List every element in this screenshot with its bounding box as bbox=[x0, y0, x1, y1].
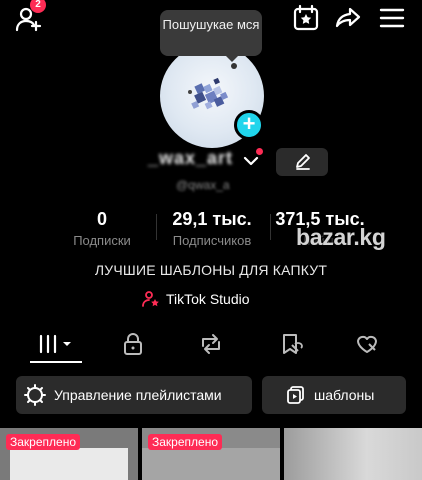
stat-following-label: Подписки bbox=[73, 233, 131, 248]
videos-grid-icon bbox=[39, 334, 71, 354]
user-handle: @qwax_a bbox=[176, 178, 230, 192]
repost-icon bbox=[202, 334, 220, 354]
video-thumbnail[interactable]: Закреплено bbox=[0, 428, 138, 480]
menu-button[interactable] bbox=[378, 4, 406, 32]
tab-liked[interactable] bbox=[348, 330, 386, 358]
profile-bio: ЛУЧШИЕ ШАБЛОНЫ ДЛЯ КАПКУТ bbox=[94, 262, 328, 278]
tab-private[interactable] bbox=[114, 330, 152, 358]
status-dot bbox=[256, 148, 263, 155]
account-switch-button[interactable] bbox=[242, 154, 260, 168]
stat-divider bbox=[156, 214, 157, 240]
gear-icon bbox=[24, 384, 46, 406]
templates-button[interactable]: шаблоны bbox=[262, 376, 406, 414]
pencil-icon bbox=[296, 154, 310, 170]
share-icon bbox=[335, 7, 361, 28]
stat-divider bbox=[270, 214, 271, 240]
tab-reposts[interactable] bbox=[192, 330, 230, 358]
share-button[interactable] bbox=[334, 4, 362, 32]
thumbnail-image bbox=[142, 448, 280, 480]
menu-icon bbox=[379, 8, 405, 28]
pinned-badge: Закреплено bbox=[6, 434, 80, 450]
calendar-button[interactable] bbox=[292, 4, 320, 32]
stat-following-value: 0 bbox=[96, 209, 107, 229]
stat-followers-label: Подписчиков bbox=[172, 233, 252, 248]
video-thumbnail[interactable] bbox=[284, 428, 422, 480]
tab-favorites[interactable] bbox=[272, 330, 310, 358]
calendar-star-icon bbox=[293, 4, 319, 31]
watermark: bazar.kg bbox=[296, 224, 386, 250]
pinned-badge: Закреплено bbox=[148, 434, 222, 450]
manage-playlists-label: Управление плейлистами bbox=[54, 387, 222, 403]
thumbnail-image bbox=[10, 448, 128, 480]
studio-icon bbox=[142, 291, 159, 307]
bookmark-hidden-icon bbox=[283, 334, 303, 354]
add-avatar-button[interactable]: + bbox=[234, 110, 264, 140]
edit-profile-button[interactable] bbox=[276, 148, 328, 176]
manage-playlists-button[interactable]: Управление плейлистами bbox=[16, 376, 252, 414]
stat-following[interactable]: 0 Подписки bbox=[60, 208, 144, 250]
stat-followers[interactable]: 29,1 тыс. Подписчиков bbox=[160, 208, 264, 250]
video-thumbnail[interactable]: Закреплено bbox=[142, 428, 280, 480]
tiktok-studio-link[interactable]: TikTok Studio bbox=[142, 288, 250, 310]
templates-label: шаблоны bbox=[314, 387, 375, 403]
chevron-down-icon bbox=[243, 156, 259, 166]
stat-followers-value: 29,1 тыс. bbox=[172, 209, 252, 229]
heart-hidden-icon bbox=[357, 335, 377, 353]
thumbnail-image bbox=[284, 428, 422, 480]
tooltip-arrow bbox=[226, 56, 238, 62]
active-tab-indicator bbox=[30, 361, 82, 363]
status-tooltip: Пошушукае мся bbox=[160, 10, 262, 56]
studio-label: TikTok Studio bbox=[166, 291, 250, 307]
templates-icon bbox=[287, 386, 304, 404]
tab-videos[interactable] bbox=[36, 330, 76, 358]
lock-icon bbox=[124, 333, 142, 355]
